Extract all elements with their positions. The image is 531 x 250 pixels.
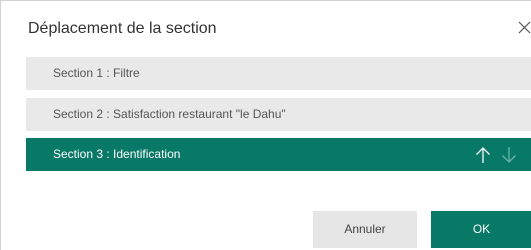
arrow-down-icon[interactable]: [501, 146, 517, 164]
section-item-label: Section 1 : Filtre: [53, 66, 140, 80]
dialog-title: Déplacement de la section: [28, 20, 217, 37]
section-item-2[interactable]: Section 2 : Satisfaction restaurant "le …: [26, 98, 531, 131]
move-section-dialog: Déplacement de la section Section 1 : Fi…: [0, 0, 531, 250]
section-item-1[interactable]: Section 1 : Filtre: [26, 57, 531, 90]
close-icon[interactable]: [517, 17, 531, 37]
ok-button[interactable]: OK: [431, 211, 531, 248]
cancel-button[interactable]: Annuler: [313, 211, 417, 248]
section-item-label: Section 3 : Identification: [53, 147, 181, 161]
section-item-label: Section 2 : Satisfaction restaurant "le …: [53, 107, 286, 121]
arrow-up-icon[interactable]: [475, 146, 491, 164]
section-item-3[interactable]: Section 3 : Identification: [26, 138, 531, 171]
